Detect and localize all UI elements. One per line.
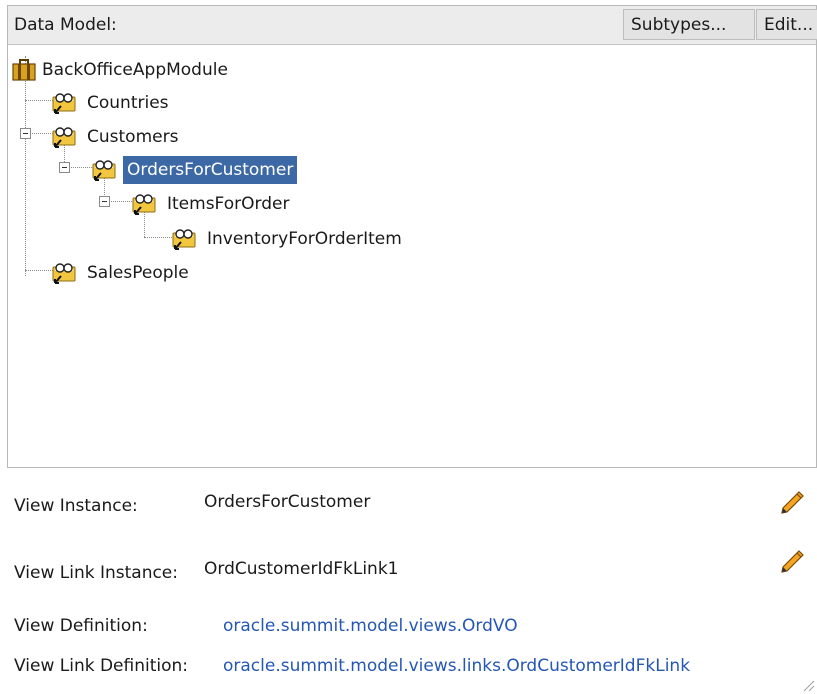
tree-connector [25,56,26,276]
view-instance-value: OrdersForCustomer [204,492,371,512]
tree-node-label: Countries [87,93,169,113]
briefcase-icon [12,59,36,81]
view-link-definition-label: View Link Definition: [14,656,189,676]
view-object-icon [132,194,156,215]
edit-button[interactable]: Edit... [756,9,817,40]
tree-node-label: SalesPeople [87,263,189,283]
tree-connector [25,270,53,271]
data-model-tree[interactable]: BackOfficeAppModule Countries Customers … [8,44,816,467]
tree-node-label: Customers [87,127,179,147]
view-object-icon [52,127,76,148]
view-object-icon [92,160,116,181]
view-definition-label: View Definition: [14,616,148,636]
collapse-icon[interactable] [20,128,31,139]
view-object-icon [172,229,196,250]
tree-node-label: BackOfficeAppModule [42,60,228,80]
subtypes-button[interactable]: Subtypes... [623,9,755,40]
tree-connector [25,100,53,101]
tree-node-label: ItemsForOrder [167,194,290,214]
collapse-icon[interactable] [99,196,110,207]
data-model-title: Data Model: [14,15,117,35]
view-object-icon [52,93,76,114]
tree-node-label: OrdersForCustomer [123,156,298,184]
view-link-instance-value: OrdCustomerIdFkLink1 [204,559,399,579]
pencil-icon[interactable] [779,490,805,516]
tree-node-label: InventoryForOrderItem [207,229,402,249]
view-instance-label: View Instance: [14,496,138,516]
view-object-icon [52,263,76,284]
tree-connector [144,237,172,238]
collapse-icon[interactable] [59,162,70,173]
view-link-instance-label: View Link Instance: [14,563,178,583]
data-model-panel: Data Model: Subtypes... Edit... BackOffi… [7,5,817,468]
view-link-definition-link[interactable]: oracle.summit.model.views.links.OrdCusto… [223,656,690,676]
data-model-header: Data Model: Subtypes... Edit... [8,6,817,45]
pencil-icon[interactable] [779,549,805,575]
resize-grip-icon[interactable] [801,678,815,692]
view-definition-link[interactable]: oracle.summit.model.views.OrdVO [223,616,518,636]
